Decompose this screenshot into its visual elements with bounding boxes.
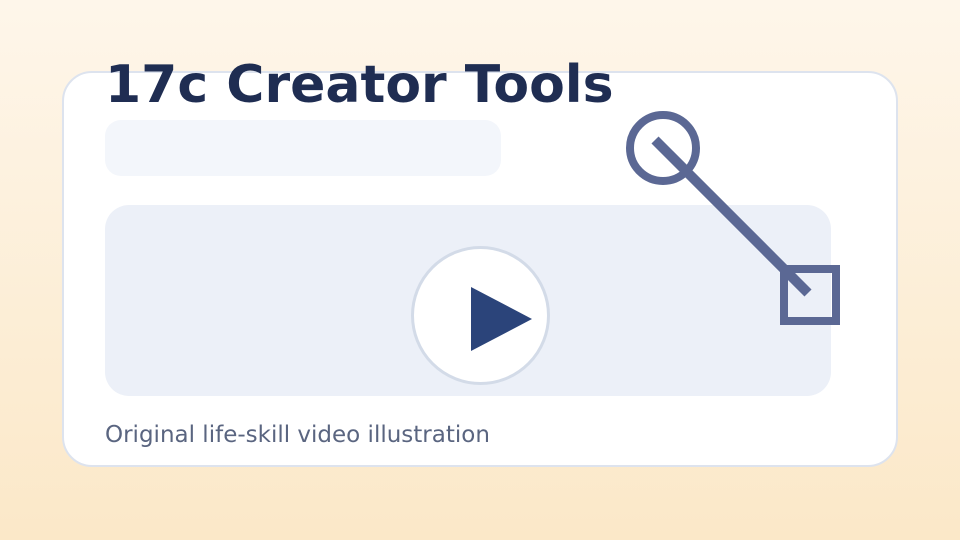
play-button[interactable] <box>411 246 550 385</box>
play-icon <box>471 287 532 351</box>
page-title: 17c Creator Tools <box>105 55 614 115</box>
video-caption: Original life-skill video illustration <box>105 422 490 448</box>
search-bar[interactable] <box>105 120 501 176</box>
magnifier-connector-icon <box>626 111 840 325</box>
